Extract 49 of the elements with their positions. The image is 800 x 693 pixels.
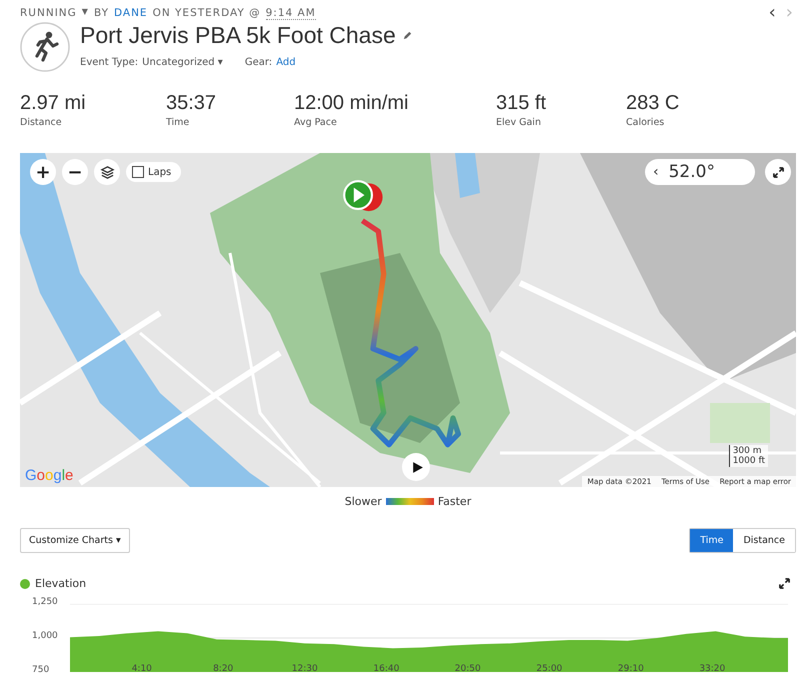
play-icon bbox=[411, 460, 424, 474]
x-tick-label: 16:40 bbox=[373, 664, 400, 674]
expand-icon[interactable] bbox=[779, 578, 790, 589]
x-tick-label: 12:30 bbox=[292, 664, 318, 674]
map-scale: 300 m 1000 ft bbox=[728, 445, 768, 467]
speed-gradient-bar bbox=[386, 498, 434, 505]
x-tick-label: 25:00 bbox=[536, 664, 562, 674]
caret-icon[interactable]: ▼ bbox=[82, 6, 89, 20]
expand-icon bbox=[772, 166, 784, 178]
stat-value: 283 C bbox=[626, 92, 680, 115]
stat-label: Time bbox=[166, 117, 190, 128]
google-logo: Google bbox=[25, 467, 74, 484]
author-link[interactable]: DANE bbox=[114, 6, 148, 20]
stat-value: 315 ft bbox=[496, 92, 548, 115]
x-tick-label: 20:50 bbox=[454, 664, 481, 674]
add-gear-link[interactable]: Add bbox=[276, 57, 296, 68]
x-tick-label: 29:10 bbox=[618, 664, 644, 674]
stat-label: Elev Gain bbox=[496, 117, 542, 128]
event-type-label: Event Type: bbox=[80, 57, 138, 68]
x-tick-label: 33:20 bbox=[699, 664, 726, 674]
heading-control[interactable]: ‹ 52.0° bbox=[645, 159, 755, 185]
time-text: 9:14 AM bbox=[266, 6, 316, 20]
x-tick-label: 4:10 bbox=[132, 664, 152, 674]
laps-checkbox[interactable]: Laps bbox=[126, 162, 182, 182]
stat-label: Avg Pace bbox=[294, 117, 338, 128]
legend-label: Faster bbox=[438, 495, 472, 508]
activity-type[interactable]: RUNNING bbox=[20, 6, 77, 20]
x-tick-label: 8:20 bbox=[213, 664, 234, 674]
stat-value: 35:37 bbox=[166, 92, 218, 115]
chart-title: Elevation bbox=[35, 577, 86, 590]
y-tick-label: 1,000 bbox=[32, 631, 58, 641]
running-icon bbox=[20, 22, 70, 72]
pencil-icon[interactable] bbox=[402, 30, 413, 41]
legend-label: Slower bbox=[344, 495, 382, 508]
by-label: BY bbox=[94, 6, 109, 20]
customize-charts-button[interactable]: Customize Charts ▾ bbox=[20, 528, 130, 553]
gear-label: Gear: bbox=[244, 57, 272, 68]
y-tick-label: 1,250 bbox=[32, 597, 58, 607]
activity-title: Port Jervis PBA 5k Foot Chase bbox=[80, 22, 396, 49]
event-type-dropdown[interactable]: Uncategorized ▾ bbox=[142, 57, 223, 68]
stat-label: Distance bbox=[20, 117, 63, 128]
date-label: ON YESTERDAY @ bbox=[152, 6, 261, 20]
y-tick-label: 750 bbox=[32, 665, 50, 675]
stat-value: 12:00 min/mi bbox=[294, 92, 410, 115]
layers-icon bbox=[100, 164, 114, 180]
stat-label: Calories bbox=[626, 117, 666, 128]
previous-button[interactable]: ‹ bbox=[766, 6, 779, 20]
stat-value: 2.97 mi bbox=[20, 92, 87, 115]
axis-tab[interactable]: Time bbox=[690, 529, 734, 552]
